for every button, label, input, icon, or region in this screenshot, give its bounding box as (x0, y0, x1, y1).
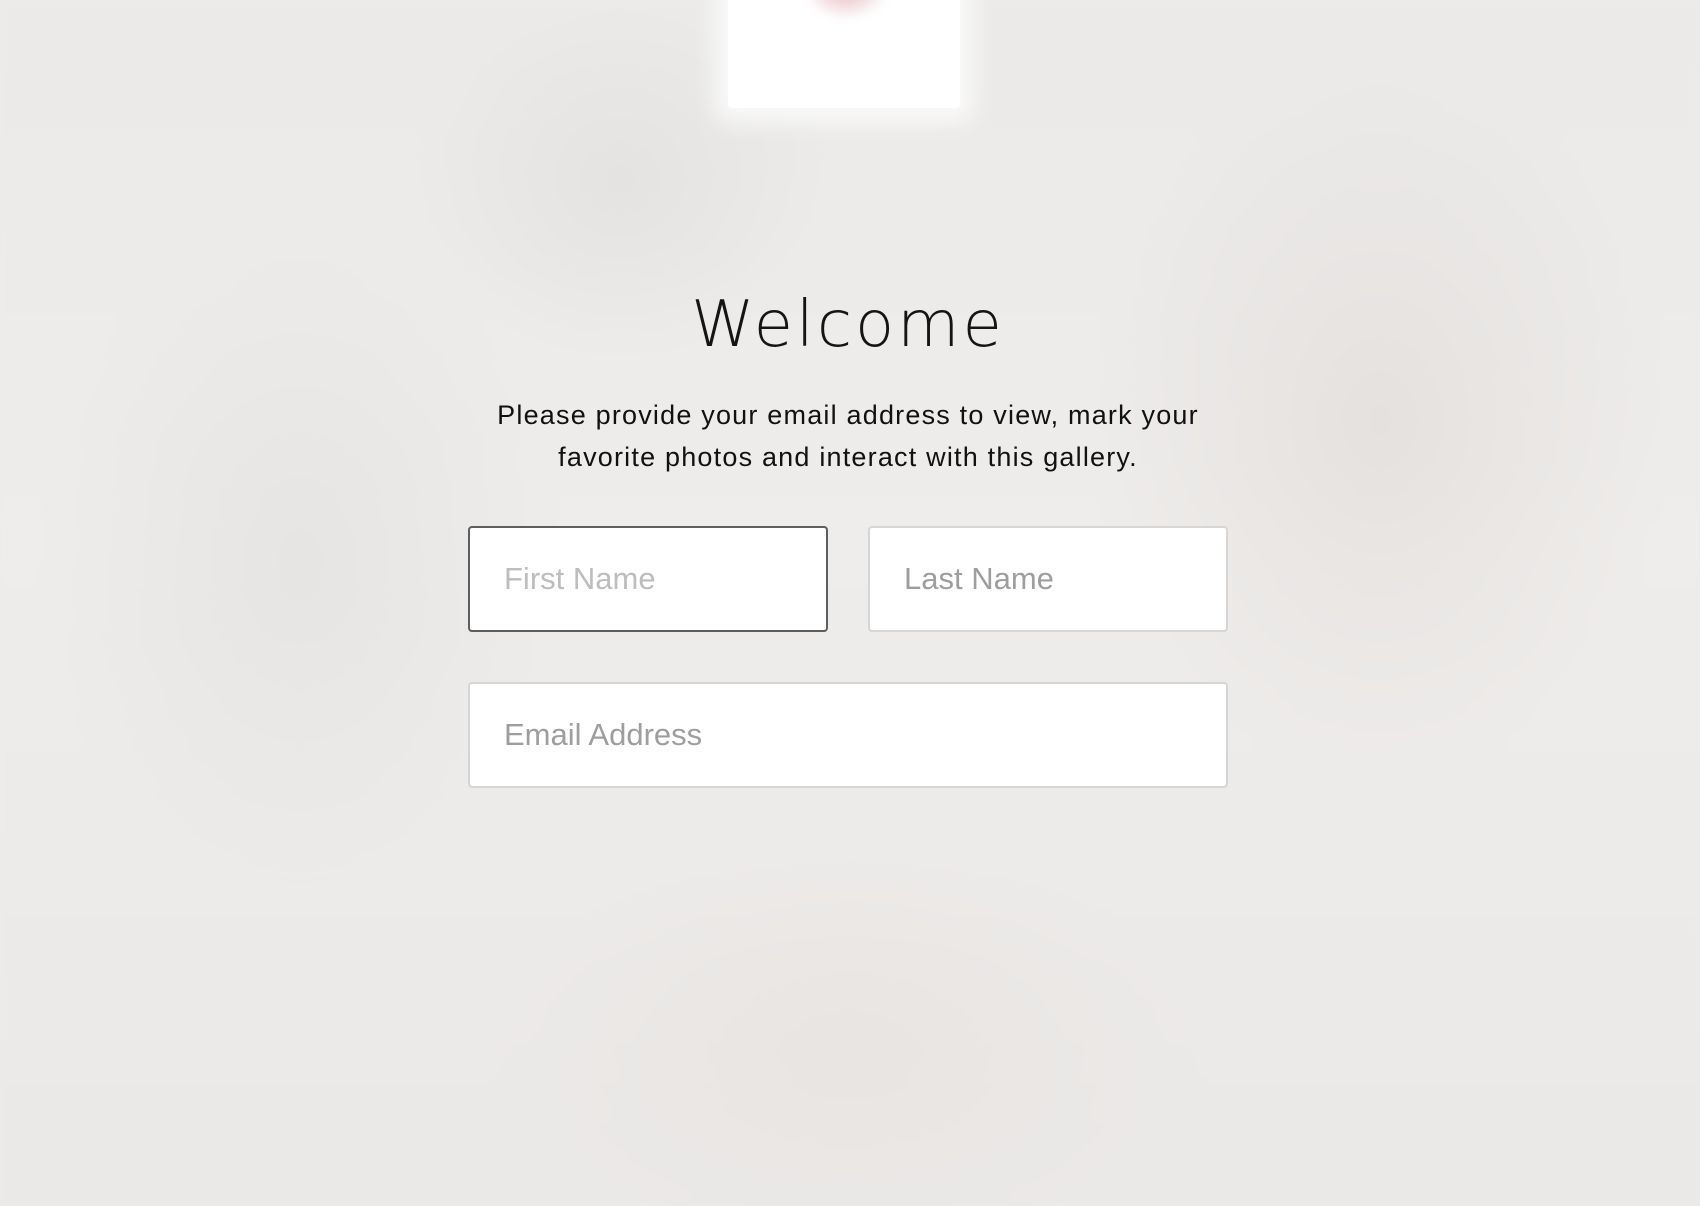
welcome-form: Welcome Please provide your email addres… (468, 288, 1228, 789)
gallery-logo (728, 0, 960, 108)
page-title: Welcome (691, 288, 1005, 362)
first-name-field[interactable] (468, 526, 828, 633)
name-fields-row (468, 526, 1228, 633)
logo-mark (798, 0, 894, 16)
welcome-message: Please provide your email address to vie… (497, 400, 1199, 473)
last-name-field[interactable] (868, 526, 1228, 633)
email-field[interactable] (468, 682, 1228, 789)
